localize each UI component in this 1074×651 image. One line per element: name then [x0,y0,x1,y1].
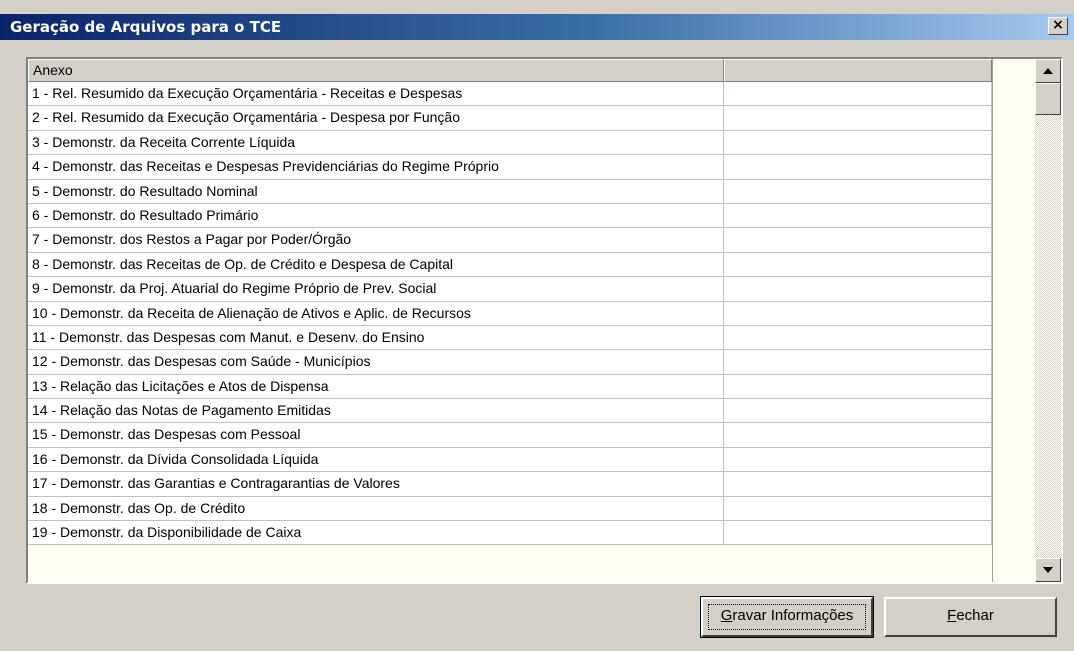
value-cell[interactable] [724,106,992,131]
scrollbar-thumb[interactable] [1035,83,1061,115]
vertical-scrollbar[interactable] [1035,59,1061,582]
close-accel: F [947,607,957,624]
table-row[interactable]: 6 - Demonstr. do Resultado Primário [28,203,992,229]
title-bar[interactable]: Geração de Arquivos para o TCE × [0,14,1074,40]
table-row[interactable]: 14 - Relação das Notas de Pagamento Emit… [28,399,992,424]
value-cell[interactable] [724,130,992,156]
table-row[interactable]: 2 - Rel. Resumido da Execução Orçamentár… [28,106,992,131]
annex-cell[interactable]: 4 - Demonstr. das Receitas e Despesas Pr… [28,155,724,180]
annex-cell[interactable]: 18 - Demonstr. das Op. de Crédito [28,496,724,522]
table-row[interactable]: 18 - Demonstr. das Op. de Crédito [28,496,992,522]
table-row[interactable]: 7 - Demonstr. dos Restos a Pagar por Pod… [28,228,992,253]
value-cell[interactable] [724,325,992,351]
table-row[interactable]: 12 - Demonstr. das Despesas com Saúde - … [28,350,992,375]
close-button[interactable]: Fechar [884,597,1057,637]
value-cell[interactable] [724,277,992,302]
save-label-rest: ravar Informações [732,607,854,624]
table-row[interactable]: 8 - Demonstr. das Receitas de Op. de Cré… [28,252,992,278]
window-title: Geração de Arquivos para o TCE [10,18,282,36]
value-cell[interactable] [724,423,992,448]
save-accel: G [720,607,733,624]
column-header-annex[interactable]: Anexo [28,59,724,82]
annex-cell[interactable]: 13 - Relação das Licitações e Atos de Di… [28,374,724,400]
table-row[interactable]: 9 - Demonstr. da Proj. Atuarial do Regim… [28,277,992,302]
table-row[interactable]: 11 - Demonstr. das Despesas com Manut. e… [28,325,992,351]
value-cell[interactable] [724,228,992,253]
annex-cell[interactable]: 2 - Rel. Resumido da Execução Orçamentár… [28,106,724,131]
table-row[interactable]: 4 - Demonstr. das Receitas e Despesas Pr… [28,155,992,180]
annex-cell[interactable]: 11 - Demonstr. das Despesas com Manut. e… [28,325,724,351]
grid-body: 1 - Rel. Resumido da Execução Orçamentár… [28,82,992,546]
value-cell[interactable] [724,399,992,424]
annex-cell[interactable]: 5 - Demonstr. do Resultado Nominal [28,179,724,204]
annex-grid[interactable]: Anexo 1 - Rel. Resumido da Execução Orça… [26,57,1063,584]
annex-grid-inner: Anexo 1 - Rel. Resumido da Execução Orça… [28,59,1061,582]
table-row[interactable]: 5 - Demonstr. do Resultado Nominal [28,179,992,204]
table-row[interactable]: 16 - Demonstr. da Dívida Consolidada Líq… [28,447,992,473]
annex-cell[interactable]: 6 - Demonstr. do Resultado Primário [28,203,724,229]
value-cell[interactable] [724,82,992,107]
arrow-down-icon [1043,567,1053,573]
value-cell[interactable] [724,179,992,204]
table-row[interactable]: 13 - Relação das Licitações e Atos de Di… [28,374,992,400]
value-cell[interactable] [724,472,992,497]
save-information-button[interactable]: Gravar Informações [700,596,874,638]
annex-cell[interactable]: 12 - Demonstr. das Despesas com Saúde - … [28,350,724,375]
grid-empty-area [992,59,1035,582]
annex-cell[interactable]: 14 - Relação das Notas de Pagamento Emit… [28,399,724,424]
annex-cell[interactable]: 1 - Rel. Resumido da Execução Orçamentár… [28,82,724,107]
table-row[interactable]: 1 - Rel. Resumido da Execução Orçamentár… [28,82,992,107]
value-cell[interactable] [724,350,992,375]
close-icon[interactable]: × [1048,17,1068,35]
table-row[interactable]: 10 - Demonstr. da Receita de Alienação d… [28,301,992,326]
tce-export-dialog: Geração de Arquivos para o TCE × Anexo 1… [0,0,1074,651]
annex-cell[interactable]: 19 - Demonstr. da Disponibilidade de Cai… [28,521,724,546]
annex-cell[interactable]: 8 - Demonstr. das Receitas de Op. de Cré… [28,252,724,278]
annex-cell[interactable]: 16 - Demonstr. da Dívida Consolidada Líq… [28,447,724,473]
annex-cell[interactable]: 7 - Demonstr. dos Restos a Pagar por Pod… [28,228,724,253]
value-cell[interactable] [724,447,992,473]
table-row[interactable]: 15 - Demonstr. das Despesas com Pessoal [28,423,992,448]
column-header-value[interactable] [724,59,992,82]
value-cell[interactable] [724,374,992,400]
value-cell[interactable] [724,155,992,180]
value-cell[interactable] [724,301,992,326]
scroll-down-button[interactable] [1035,558,1061,582]
table-row[interactable]: 3 - Demonstr. da Receita Corrente Líquid… [28,130,992,156]
value-cell[interactable] [724,203,992,229]
close-label-rest: echar [956,607,994,624]
scroll-up-button[interactable] [1035,59,1061,83]
annex-cell[interactable]: 3 - Demonstr. da Receita Corrente Líquid… [28,130,724,156]
arrow-up-icon [1043,68,1053,74]
value-cell[interactable] [724,496,992,522]
annex-cell[interactable]: 10 - Demonstr. da Receita de Alienação d… [28,301,724,326]
value-cell[interactable] [724,521,992,546]
save-button-label: Gravar Informações [721,607,854,624]
annex-cell[interactable]: 17 - Demonstr. das Garantias e Contragar… [28,472,724,497]
value-cell[interactable] [724,252,992,278]
table-row[interactable]: 17 - Demonstr. das Garantias e Contragar… [28,472,992,497]
annex-cell[interactable]: 9 - Demonstr. da Proj. Atuarial do Regim… [28,277,724,302]
grid-header: Anexo [28,59,1061,82]
annex-cell[interactable]: 15 - Demonstr. das Despesas com Pessoal [28,423,724,448]
table-row[interactable]: 19 - Demonstr. da Disponibilidade de Cai… [28,521,992,546]
close-button-label: Fechar [947,607,994,624]
